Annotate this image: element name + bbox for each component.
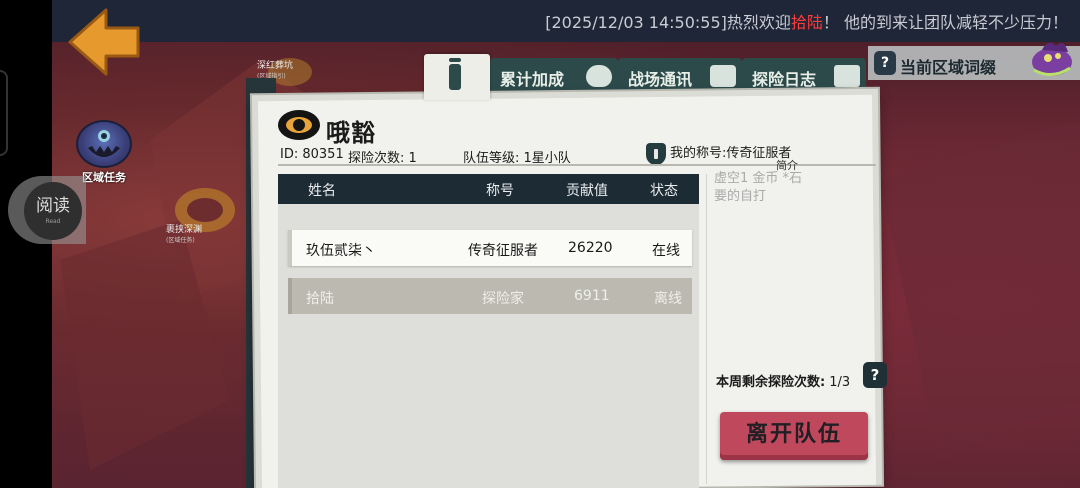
table-row[interactable]: 拾陆 探险家 6911 离线 [288,278,692,314]
tab-exploration-log-label: 探险日志 [752,70,817,89]
monster-badge-icon [76,120,132,168]
back-arrow-icon[interactable] [66,6,142,78]
my-title-text: 我的称号:传奇征服者 [670,146,792,161]
read-sub-label: Read [45,218,61,225]
pen-icon [834,65,860,87]
edge-handle[interactable] [0,70,8,156]
team-eye-icon [278,110,320,140]
tab-battlefield-comms-label: 战场通讯 [628,70,693,89]
member-name: 拾陆 [306,291,334,307]
my-title: 我的称号:传奇征服者 [646,142,791,165]
intro-text: 虚空1 金币 *石要的自打 [714,171,803,204]
announcement-suffix: ！ 他的到来让团队减轻不少压力！ [822,13,1068,32]
purple-monster-icon[interactable] [1026,36,1074,78]
table-row[interactable]: 玖伍贰柒丶 传奇征服者 26220 在线 [288,230,692,266]
member-status: 在线 [652,243,680,259]
header-title: 称号 [486,183,514,199]
header-name: 姓名 [308,183,336,199]
map-label-abyss[interactable]: 裹挟深渊 (区域任务) [166,222,202,244]
member-status: 离线 [654,291,682,307]
member-table-header: 姓名 称号 贡献值 状态 [278,174,699,204]
header-contribution: 贡献值 [566,183,608,199]
question-icon: ? [874,51,896,75]
member-contribution: 26220 [568,240,613,256]
team-id: ID: 80351 [280,147,344,162]
read-floating-widget[interactable]: 阅读 Read [8,176,86,244]
left-edge-bar [0,0,52,488]
mask-icon [586,65,612,87]
info-icon [449,58,461,90]
team-name: 哦豁 [326,119,376,147]
read-label: 阅读 [36,196,70,216]
header-status: 状态 [650,183,678,199]
side-divider [706,174,707,484]
member-title: 传奇征服者 [468,243,538,259]
member-name: 玖伍贰柒丶 [306,243,376,259]
member-contribution: 6911 [574,288,610,304]
weekly-remaining-label: 本周剩余探险次数: [716,375,826,390]
help-question-icon[interactable]: ? [863,362,887,388]
announcement-text: [2025/12/03 14:50:55]热烈欢迎拾陆！ 他的到来让团队减轻不少… [545,9,1068,33]
shield-icon [646,142,666,165]
current-region-label: 当前区域词缀 [900,58,997,77]
read-circle[interactable]: 阅读 Read [24,182,82,240]
tab-team-info[interactable] [424,54,490,100]
leave-team-button[interactable]: 离开队伍 [720,412,868,460]
announcement-player-name: 拾陆 [790,13,823,32]
weekly-remaining-value: 1/3 [829,375,851,390]
member-title: 探险家 [482,291,524,307]
weekly-remaining: 本周剩余探险次数: 1/3 [716,371,850,390]
map-label-crimson-pit[interactable]: 深红葬坑 (区域指引) [257,58,293,80]
announcement-bar: [2025/12/03 14:50:55]热烈欢迎拾陆！ 他的到来让团队减轻不少… [52,0,1080,42]
announcement-prefix: [2025/12/03 14:50:55]热烈欢迎 [545,13,791,32]
chat-icon [710,65,736,87]
tab-cumulative-bonus[interactable]: 累计加成 [490,58,618,96]
tab-cumulative-bonus-label: 累计加成 [500,70,565,89]
